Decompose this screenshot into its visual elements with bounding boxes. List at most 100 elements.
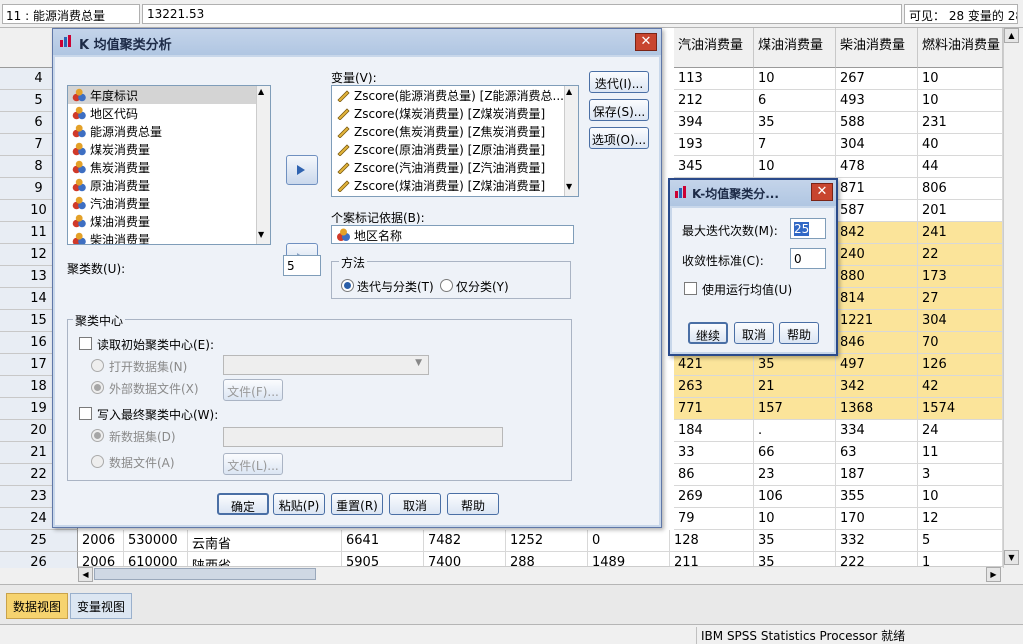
- vertical-scrollbar[interactable]: ▲ ▼: [1003, 28, 1020, 568]
- table-cell[interactable]: 193: [674, 134, 754, 156]
- table-cell[interactable]: 24: [918, 420, 1003, 442]
- tab-variable-view[interactable]: 变量视图: [70, 593, 133, 619]
- table-cell[interactable]: 342: [836, 376, 918, 398]
- table-cell[interactable]: 33: [674, 442, 754, 464]
- horizontal-scrollbar[interactable]: ◀ ▶: [78, 566, 1003, 582]
- dialog-titlebar[interactable]: K-均值聚类分... ✕: [670, 180, 836, 206]
- table-cell[interactable]: 493: [836, 90, 918, 112]
- table-cell[interactable]: .: [754, 420, 836, 442]
- table-cell[interactable]: 304: [836, 134, 918, 156]
- list-item[interactable]: 年度标识: [68, 86, 270, 104]
- table-cell[interactable]: 1252: [506, 530, 588, 552]
- table-cell[interactable]: 5: [918, 530, 1003, 552]
- open-dataset-radio[interactable]: [91, 359, 104, 372]
- table-cell[interactable]: 113: [674, 68, 754, 90]
- list-item[interactable]: Zscore(汽油消费量) [Z汽油消费量]: [332, 158, 578, 176]
- table-cell[interactable]: 126: [918, 354, 1003, 376]
- col-header[interactable]: 汽油消费量: [674, 28, 754, 68]
- list-item[interactable]: 煤炭消费量: [68, 140, 270, 158]
- table-cell[interactable]: 35: [754, 112, 836, 134]
- variables-list[interactable]: Zscore(能源消费总量) [Z能源消费总... Zscore(煤炭消费量) […: [331, 85, 579, 197]
- table-cell[interactable]: 304: [918, 310, 1003, 332]
- scroll-down-icon[interactable]: ▼: [1004, 550, 1019, 565]
- table-cell[interactable]: 42: [918, 376, 1003, 398]
- source-variable-list[interactable]: 年度标识 地区代码 能源消费总量 煤炭消费量 焦炭消费量 原油消费量 汽油消费量 煤油消费量柴…: [67, 85, 271, 245]
- table-cell[interactable]: 35: [754, 354, 836, 376]
- file-button-2[interactable]: 文件(L)...: [223, 453, 283, 475]
- help-button[interactable]: 帮助: [779, 322, 819, 344]
- table-cell[interactable]: 0: [588, 530, 670, 552]
- tab-data-view[interactable]: 数据视图: [6, 593, 69, 619]
- list-item[interactable]: 地区代码: [68, 104, 270, 122]
- table-cell[interactable]: 63: [836, 442, 918, 464]
- scroll-up-icon[interactable]: ▲: [1004, 28, 1019, 43]
- reset-button[interactable]: 重置(R): [331, 493, 383, 515]
- table-cell[interactable]: 70: [918, 332, 1003, 354]
- table-cell[interactable]: 1221: [836, 310, 918, 332]
- col-header[interactable]: 煤油消费量: [754, 28, 836, 68]
- close-icon[interactable]: ✕: [635, 33, 657, 51]
- table-cell[interactable]: 240: [836, 244, 918, 266]
- table-cell[interactable]: 355: [836, 486, 918, 508]
- table-cell[interactable]: 345: [674, 156, 754, 178]
- cell-value-input[interactable]: 13221.53: [142, 4, 902, 24]
- table-cell[interactable]: 201: [918, 200, 1003, 222]
- list-item[interactable]: 焦炭消费量: [68, 158, 270, 176]
- table-cell[interactable]: 231: [918, 112, 1003, 134]
- save-button[interactable]: 保存(S)...: [589, 99, 649, 121]
- table-cell[interactable]: 21: [754, 376, 836, 398]
- method-iterate-radio[interactable]: [341, 279, 354, 292]
- table-cell[interactable]: 806: [918, 178, 1003, 200]
- help-button[interactable]: 帮助: [447, 493, 499, 515]
- table-cell[interactable]: 10: [918, 68, 1003, 90]
- list-item[interactable]: Zscore(原油消费量) [Z原油消费量]: [332, 140, 578, 158]
- table-cell[interactable]: 66: [754, 442, 836, 464]
- row-header[interactable]: 26: [0, 552, 78, 568]
- paste-button[interactable]: 粘贴(P): [273, 493, 325, 515]
- max-iterations-input[interactable]: 25: [790, 218, 826, 239]
- table-cell[interactable]: 588: [836, 112, 918, 134]
- table-cell[interactable]: 86: [674, 464, 754, 486]
- table-cell[interactable]: 22: [918, 244, 1003, 266]
- table-cell[interactable]: 10: [754, 156, 836, 178]
- iterate-button[interactable]: 迭代(I)...: [589, 71, 649, 93]
- new-dataset-name-input[interactable]: [223, 427, 503, 447]
- list-scrollbar[interactable]: ▲ ▼: [564, 86, 578, 196]
- list-item[interactable]: 汽油消费量: [68, 194, 270, 212]
- close-icon[interactable]: ✕: [811, 183, 833, 201]
- table-cell[interactable]: 771: [674, 398, 754, 420]
- row-header[interactable]: 25: [0, 530, 78, 552]
- table-cell[interactable]: 6641: [342, 530, 424, 552]
- table-cell[interactable]: 7482: [424, 530, 506, 552]
- table-cell[interactable]: 421: [674, 354, 754, 376]
- scroll-thumb[interactable]: [94, 568, 316, 580]
- scroll-down-icon[interactable]: ▼: [258, 230, 264, 239]
- col-header[interactable]: 燃料油消费量: [918, 28, 1003, 68]
- table-cell[interactable]: 212: [674, 90, 754, 112]
- table-cell[interactable]: 187: [836, 464, 918, 486]
- table-cell[interactable]: 11: [918, 442, 1003, 464]
- method-classify-radio[interactable]: [440, 279, 453, 292]
- table-cell[interactable]: 332: [836, 530, 918, 552]
- table-cell[interactable]: 814: [836, 288, 918, 310]
- table-cell[interactable]: 3: [918, 464, 1003, 486]
- table-cell[interactable]: 478: [836, 156, 918, 178]
- table-cell[interactable]: 269: [674, 486, 754, 508]
- table-cell[interactable]: 7: [754, 134, 836, 156]
- write-final-checkbox[interactable]: [79, 407, 92, 420]
- running-means-checkbox[interactable]: [684, 282, 697, 295]
- scroll-down-icon[interactable]: ▼: [566, 182, 572, 191]
- convergence-input[interactable]: 0: [790, 248, 826, 269]
- table-cell[interactable]: 170: [836, 508, 918, 530]
- table-cell[interactable]: 394: [674, 112, 754, 134]
- table-cell[interactable]: 1574: [918, 398, 1003, 420]
- table-cell[interactable]: 10: [754, 68, 836, 90]
- table-cell[interactable]: 云南省: [188, 530, 342, 552]
- table-cell[interactable]: 27: [918, 288, 1003, 310]
- list-item[interactable]: 能源消费总量: [68, 122, 270, 140]
- scroll-up-icon[interactable]: ▲: [258, 87, 264, 96]
- table-cell[interactable]: 263: [674, 376, 754, 398]
- cancel-button[interactable]: 取消: [389, 493, 441, 515]
- table-cell[interactable]: 587: [836, 200, 918, 222]
- table-cell[interactable]: 871: [836, 178, 918, 200]
